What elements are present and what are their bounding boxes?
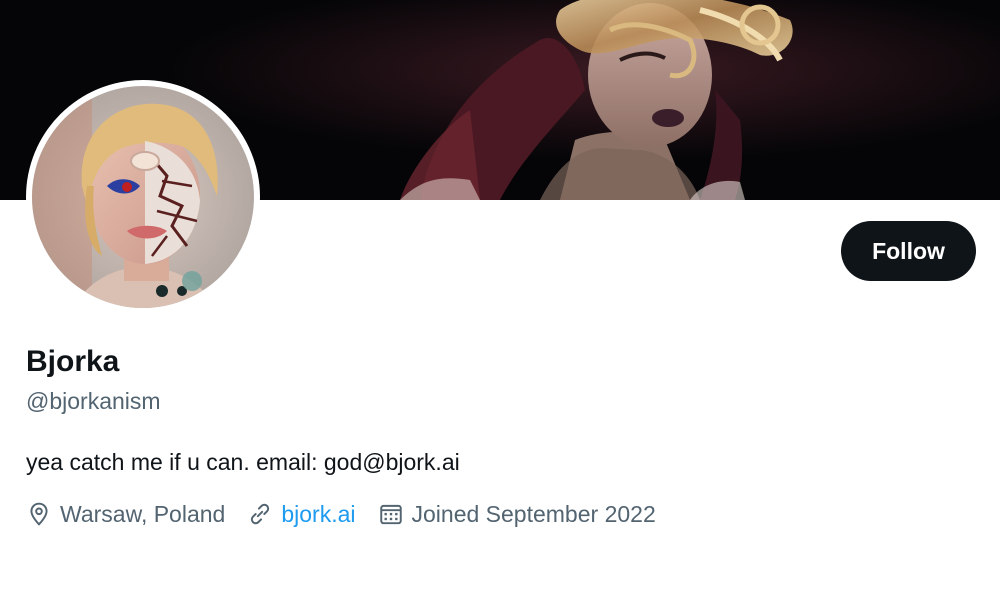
location-text: Warsaw, Poland — [60, 500, 226, 527]
avatar-image — [32, 86, 254, 308]
calendar-icon — [379, 504, 402, 525]
follow-button[interactable]: Follow — [841, 221, 976, 281]
profile-website[interactable]: bjork.ai — [247, 501, 356, 528]
profile-joined: Joined September 2022 — [378, 501, 656, 528]
location-pin-icon — [30, 502, 48, 526]
profile-avatar[interactable] — [26, 80, 260, 314]
profile-display-name: Bjorka — [26, 345, 120, 378]
profile-page: Follow Bjorka @bjorkanism yea catch me i… — [0, 0, 1000, 613]
link-icon — [251, 503, 270, 525]
joined-text: Joined September 2022 — [411, 500, 656, 527]
profile-bio: yea catch me if u can. email: god@bjork.… — [26, 449, 460, 475]
profile-handle: @bjorkanism — [26, 388, 161, 414]
website-link[interactable]: bjork.ai — [281, 501, 355, 528]
profile-location: Warsaw, Poland — [26, 501, 225, 528]
profile-meta-row: Warsaw, Poland bjork.ai Joined September — [26, 498, 678, 530]
